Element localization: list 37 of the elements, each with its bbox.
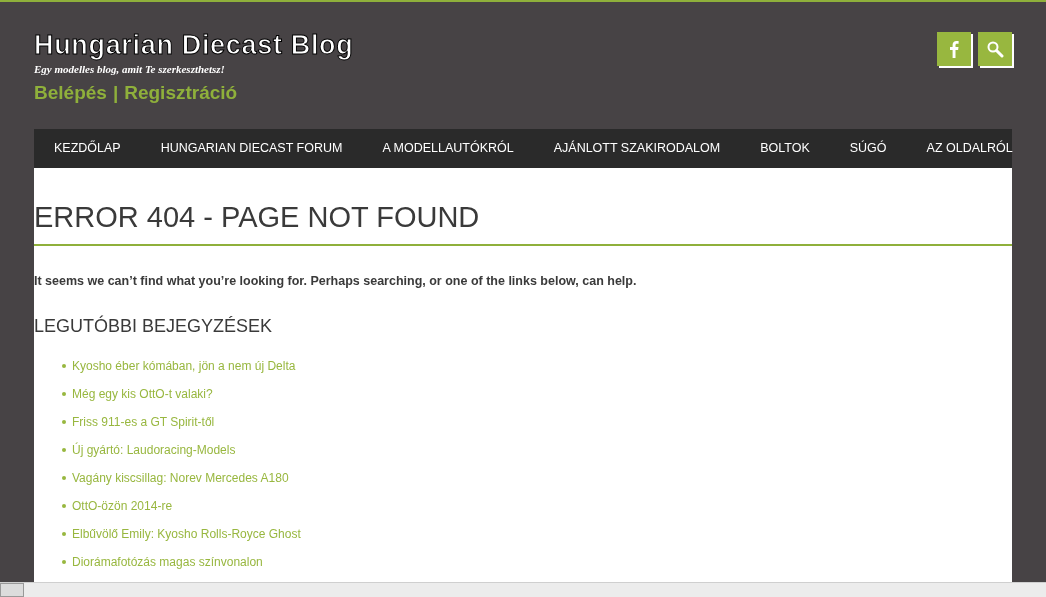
nav-link[interactable]: A MODELLAUTÓKRÓL (382, 139, 514, 158)
nav-link[interactable]: KEZDŐLAP (54, 139, 121, 158)
post-link[interactable]: Friss 911-es a GT Spirit-től (72, 412, 215, 431)
page-title: ERROR 404 - PAGE NOT FOUND (34, 200, 1012, 246)
error-message: It seems we can’t find what you’re looking for. Perhaps searching, or one of the links below, can help. (34, 273, 638, 290)
post-link[interactable]: Még egy kis OttO-t valaki? (72, 384, 213, 403)
login-link[interactable]: Belépés (34, 80, 107, 106)
search-icon (986, 40, 1004, 58)
nav-link[interactable]: SÚGÓ (849, 139, 887, 158)
register-link[interactable]: Regisztráció (124, 80, 238, 106)
bullet (62, 391, 66, 396)
post-link[interactable]: Elbűvölő Emily: Kyosho Rolls-Royce Ghost (72, 524, 301, 543)
post-link[interactable]: OttO-özön 2014-re (72, 496, 173, 515)
section-title: LEGUTÓBBI BEJEGYZÉSEK (34, 314, 274, 338)
bullet (62, 531, 66, 536)
bullet (62, 363, 66, 368)
nav-link[interactable]: AJÁNLOTT SZAKIRODALOM (553, 139, 721, 158)
bullet (62, 475, 66, 480)
post-link[interactable]: Kyosho éber kómában, jön a nem új Delta (72, 356, 296, 375)
bullet (62, 503, 66, 508)
facebook-icon (949, 40, 959, 58)
bullet (62, 419, 66, 424)
scrollbar-thumb[interactable] (0, 583, 24, 597)
horizontal-scrollbar[interactable] (0, 582, 1046, 597)
tagline: Egy modelles blog, amit Te szerkeszthetsz! (34, 62, 226, 76)
facebook-button[interactable] (937, 32, 971, 66)
post-link[interactable]: Vagány kiscsillag: Norev Mercedes A180 (72, 468, 289, 487)
nav-link[interactable]: BOLTOK (760, 139, 810, 158)
nav-link[interactable]: AZ OLDALRÓL (926, 139, 1013, 158)
post-link[interactable]: Diorámafotózás magas színvonalon (72, 552, 263, 571)
post-link[interactable]: Új gyártó: Laudoracing-Models (72, 440, 236, 459)
bullet (62, 559, 66, 564)
separator: | (112, 81, 119, 105)
bullet (62, 447, 66, 452)
site-title[interactable]: Hungarian Diecast Blog (34, 28, 354, 62)
search-button[interactable] (978, 32, 1012, 66)
nav-link[interactable]: HUNGARIAN DIECAST FORUM (160, 139, 343, 158)
